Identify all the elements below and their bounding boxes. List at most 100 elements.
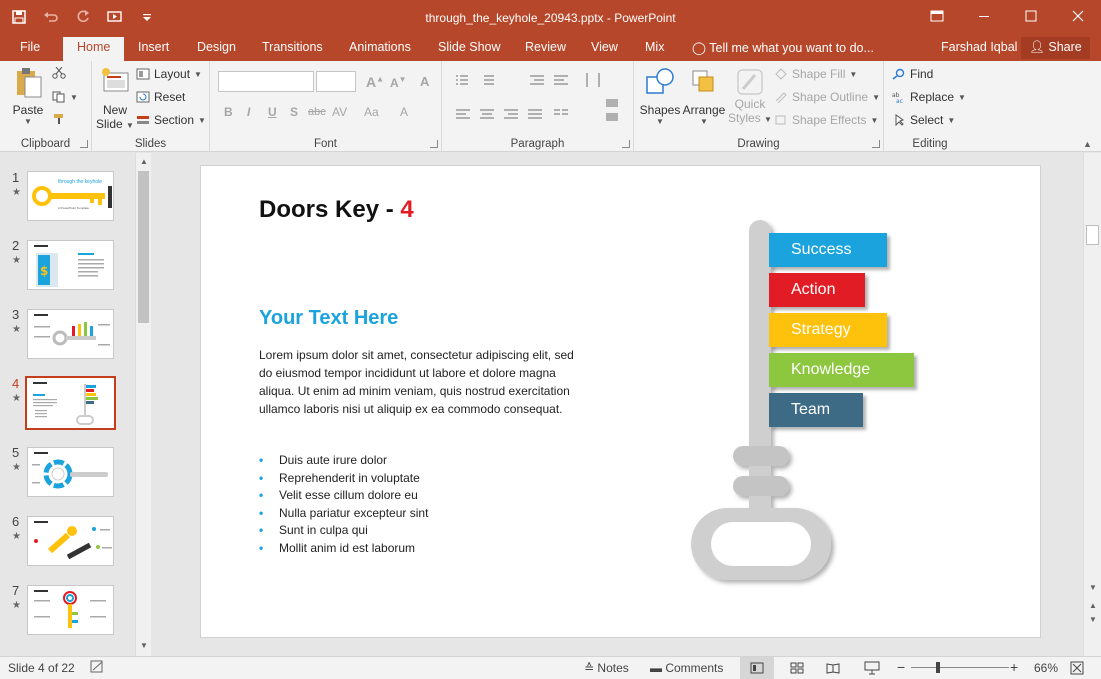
- paragraph-dialog-launcher[interactable]: [622, 140, 630, 148]
- tab-view[interactable]: View: [591, 40, 618, 54]
- chevron-down-icon: ▼: [24, 117, 32, 126]
- tab-file[interactable]: File: [20, 40, 40, 54]
- drawing-dialog-launcher[interactable]: [872, 140, 880, 148]
- close-icon[interactable]: [1054, 0, 1101, 32]
- font-name-combobox[interactable]: [218, 71, 314, 92]
- grow-font-icon[interactable]: A▲: [366, 74, 384, 90]
- slide-thumbnail-3[interactable]: [27, 309, 114, 359]
- fit-slide-icon[interactable]: [1070, 661, 1084, 678]
- shape-outline-button[interactable]: Shape Outline ▼: [774, 90, 880, 104]
- slide-bullet-list[interactable]: Duis aute irure dolor Reprehenderit in v…: [259, 452, 428, 558]
- scroll-down-icon[interactable]: ▼: [1089, 583, 1097, 592]
- tab-animations[interactable]: Animations: [349, 40, 411, 54]
- find-button[interactable]: Find: [892, 67, 933, 81]
- zoom-slider-handle[interactable]: [936, 662, 940, 673]
- character-spacing-button[interactable]: AV: [332, 105, 347, 119]
- slide-thumbnail-4[interactable]: [25, 376, 116, 430]
- tab-design[interactable]: Design: [197, 40, 236, 54]
- tell-me-search[interactable]: ◯ Tell me what you want to do...: [692, 40, 874, 55]
- shapes-button[interactable]: Shapes ▼: [638, 65, 682, 126]
- bold-button[interactable]: B: [224, 105, 233, 119]
- spell-check-icon[interactable]: [90, 660, 106, 677]
- normal-view-button[interactable]: [740, 657, 774, 679]
- thumb-number-2: 2: [12, 238, 20, 253]
- list-item: Nulla pariatur excepteur sint: [259, 505, 428, 523]
- maximize-icon[interactable]: [1007, 0, 1054, 32]
- slide-body-text[interactable]: Lorem ipsum dolor sit amet, consectetur …: [259, 346, 579, 418]
- next-slide-icon[interactable]: ▼: [1089, 615, 1097, 624]
- editor-scrollbar[interactable]: ▼ ▲ ▼: [1083, 153, 1101, 656]
- share-button[interactable]: 👤︎ Share: [1021, 37, 1090, 59]
- tab-review[interactable]: Review: [525, 40, 566, 54]
- font-size-combobox[interactable]: [316, 71, 356, 92]
- section-button[interactable]: Section ▼: [136, 113, 206, 127]
- notes-button[interactable]: ≙ Notes: [584, 661, 629, 675]
- change-case-button[interactable]: Aa: [364, 105, 379, 119]
- thumbnail-scroll-thumb[interactable]: [138, 171, 149, 323]
- slide-thumbnail-6[interactable]: [27, 516, 114, 566]
- underline-button[interactable]: U: [268, 105, 277, 119]
- slide-show-icon[interactable]: [864, 661, 880, 678]
- tag-knowledge[interactable]: Knowledge: [769, 353, 914, 387]
- ribbon-display-options-icon[interactable]: [913, 0, 960, 32]
- slide-sorter-icon[interactable]: [790, 662, 804, 677]
- paste-button[interactable]: Paste ▼: [8, 65, 48, 126]
- collapse-ribbon-icon[interactable]: ▲: [1083, 139, 1092, 149]
- comments-button[interactable]: ▬ Comments: [650, 661, 723, 675]
- editor-scroll-thumb[interactable]: [1086, 225, 1099, 245]
- reading-view-icon[interactable]: [826, 662, 840, 677]
- comments-label: Comments: [665, 661, 724, 675]
- font-dialog-launcher[interactable]: [430, 140, 438, 148]
- tab-home[interactable]: Home: [63, 37, 125, 61]
- reset-icon: [136, 91, 150, 103]
- new-slide-button[interactable]: New Slide ▼: [96, 65, 134, 131]
- layout-button[interactable]: Layout ▼: [136, 67, 202, 81]
- clear-formatting-icon[interactable]: A: [420, 74, 429, 89]
- minimize-icon[interactable]: [960, 0, 1007, 32]
- replace-button[interactable]: ab ac Replace ▼: [892, 90, 966, 104]
- zoom-out-icon[interactable]: −: [897, 659, 905, 675]
- zoom-in-icon[interactable]: +: [1010, 659, 1018, 675]
- slide-thumbnail-7[interactable]: [27, 585, 114, 635]
- arrange-label: Arrange: [682, 103, 726, 117]
- text-shadow-button[interactable]: S: [290, 105, 298, 119]
- tag-strategy[interactable]: Strategy: [769, 313, 887, 347]
- italic-button[interactable]: I: [247, 105, 250, 119]
- shrink-font-icon[interactable]: A▼: [390, 75, 407, 90]
- quick-styles-button[interactable]: Quick Styles ▼: [728, 65, 772, 125]
- drawing-group: Shapes ▼ Arrange ▼ Quick Styles ▼ Shape …: [634, 61, 884, 152]
- scroll-up-icon[interactable]: ▲: [140, 157, 148, 166]
- arrange-button[interactable]: Arrange ▼: [682, 65, 726, 126]
- font-color-button[interactable]: A: [400, 105, 408, 119]
- tag-team[interactable]: Team: [769, 393, 863, 427]
- slide-title[interactable]: Doors Key - 4: [259, 196, 414, 224]
- thumbnail-scrollbar[interactable]: ▲ ▼: [135, 153, 151, 656]
- slide-thumbnail-1[interactable]: through the keyhole A PowerPoint Templat…: [27, 171, 114, 221]
- format-painter-button[interactable]: [52, 113, 66, 125]
- slide-subtitle[interactable]: Your Text Here: [259, 307, 398, 330]
- zoom-level[interactable]: 66%: [1034, 661, 1058, 675]
- previous-slide-icon[interactable]: ▲: [1089, 601, 1097, 610]
- cut-button[interactable]: [52, 67, 66, 79]
- clipboard-dialog-launcher[interactable]: [80, 140, 88, 148]
- slide-canvas[interactable]: Doors Key - 4 Your Text Here Lorem ipsum…: [200, 165, 1041, 638]
- zoom-slider[interactable]: [911, 667, 1009, 668]
- slide-counter[interactable]: Slide 4 of 22: [8, 661, 75, 675]
- reset-button[interactable]: Reset: [136, 90, 185, 104]
- tag-success[interactable]: Success: [769, 233, 887, 267]
- slide-thumbnail-2[interactable]: $: [27, 240, 114, 290]
- tab-mix[interactable]: Mix: [645, 40, 664, 54]
- scroll-down-icon[interactable]: ▼: [140, 641, 148, 650]
- strikethrough-button[interactable]: abc: [308, 106, 326, 118]
- select-button[interactable]: Select ▼: [892, 113, 955, 127]
- slide-thumbnail-5[interactable]: [27, 447, 114, 497]
- tab-slide-show[interactable]: Slide Show: [438, 40, 501, 54]
- shape-fill-button[interactable]: Shape Fill ▼: [774, 67, 857, 81]
- tag-action[interactable]: Action: [769, 273, 865, 307]
- shape-effects-button[interactable]: Shape Effects ▼: [774, 113, 878, 127]
- tab-insert[interactable]: Insert: [138, 40, 169, 54]
- user-account[interactable]: Farshad Iqbal: [941, 40, 1017, 54]
- tab-transitions[interactable]: Transitions: [262, 40, 323, 54]
- paragraph-format-icons[interactable]: [450, 69, 626, 129]
- copy-button[interactable]: ▼: [52, 91, 78, 103]
